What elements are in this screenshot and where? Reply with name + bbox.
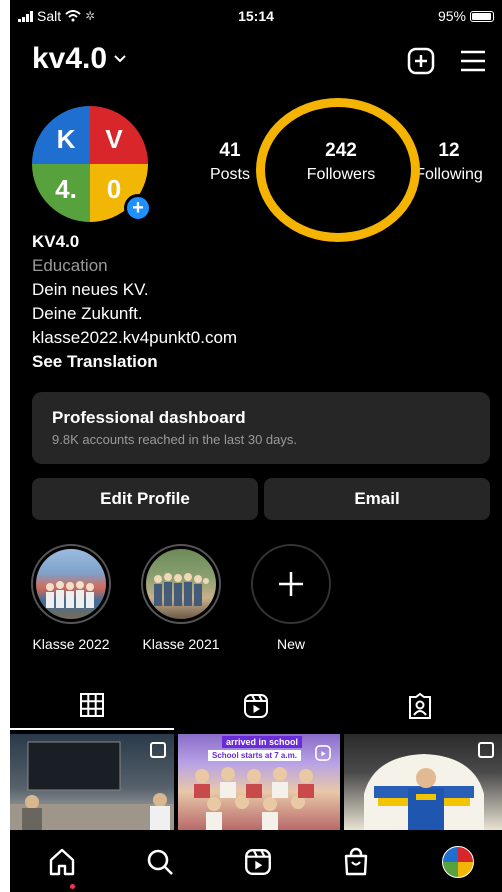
highlight-new[interactable]: New — [246, 544, 336, 652]
tab-reels[interactable] — [174, 682, 338, 730]
bio-line-1: Dein neues KV. — [32, 280, 149, 299]
chevron-down-icon — [114, 55, 126, 63]
stat-posts[interactable]: 41 Posts — [204, 140, 256, 184]
group-photo-thumbnail — [146, 549, 216, 619]
home-icon — [49, 848, 75, 876]
avatar-letter-4: 4. — [32, 164, 90, 222]
add-story-plus-icon[interactable]: + — [124, 194, 152, 222]
email-button[interactable]: Email — [264, 478, 490, 520]
post-thumbnail-classroom[interactable] — [10, 734, 174, 830]
account-switcher[interactable]: kv4.0 — [32, 42, 127, 76]
reel-post-icon — [315, 745, 331, 761]
display-name: KV4.0 — [32, 232, 80, 251]
shop-bag-icon — [344, 847, 368, 876]
highlight-label: Klasse 2021 — [142, 636, 220, 652]
highlight-ring — [141, 544, 221, 624]
nav-search[interactable] — [142, 844, 178, 880]
professional-dashboard[interactable]: Professional dashboard 9.8K accounts rea… — [32, 392, 490, 464]
see-translation-link[interactable]: See Translation — [32, 350, 237, 374]
group-people-icon — [46, 581, 94, 608]
profile-avatar-icon — [442, 846, 474, 878]
profile-header: kv4.0 — [32, 42, 488, 86]
multiple-photos-icon — [150, 742, 166, 758]
bio-line-2: Deine Zukunft. — [32, 304, 143, 323]
category-label: Education — [32, 256, 108, 275]
profile-avatar[interactable]: K V 4. 0 + — [32, 106, 152, 222]
bottom-navigation — [10, 830, 502, 892]
avatar-letter-v: V — [90, 106, 148, 164]
battery-group: 95% — [438, 8, 494, 24]
nav-shop[interactable] — [338, 844, 374, 880]
highlight-klasse-2022[interactable]: Klasse 2022 — [26, 544, 116, 652]
post-thumbnail-class-photo[interactable]: arrived in school School starts at 7 a.m… — [178, 734, 340, 830]
highlight-circle-annotation — [256, 98, 420, 242]
tab-tagged[interactable] — [338, 682, 502, 730]
highlight-label: New — [276, 636, 305, 652]
dashboard-title: Professional dashboard — [52, 408, 246, 427]
multiple-photos-icon — [478, 742, 494, 758]
tagged-icon — [409, 692, 431, 719]
username-label: kv4.0 — [32, 42, 108, 75]
battery-icon — [470, 10, 494, 22]
highlight-ring — [251, 544, 331, 624]
highlight-ring — [31, 544, 111, 624]
battery-percent: 95% — [437, 8, 466, 24]
avatar-letter-k: K — [32, 106, 90, 164]
status-time: 15:14 — [238, 8, 274, 24]
reels-icon — [245, 849, 271, 875]
profile-tabs — [10, 682, 502, 730]
grid-icon — [80, 693, 104, 717]
posts-label: Posts — [209, 166, 250, 183]
status-bar: Salt ✲ 15:14 95% — [10, 0, 502, 32]
nav-reels[interactable] — [240, 844, 276, 880]
website-link[interactable]: klasse2022.kv4punkt0.com — [32, 326, 237, 350]
post-thumbnail-car[interactable] — [344, 734, 502, 830]
nav-profile[interactable] — [440, 844, 476, 880]
posts-grid: arrived in school School starts at 7 a.m… — [10, 734, 502, 830]
search-icon — [147, 849, 173, 875]
group-photo-thumbnail — [36, 549, 106, 619]
highlight-klasse-2021[interactable]: Klasse 2021 — [136, 544, 226, 652]
instagram-profile-screen: Salt ✲ 15:14 95% kv4.0 K V 4. 0 + 41 Pos… — [10, 0, 502, 892]
new-post-icon[interactable] — [406, 46, 436, 76]
posts-count: 41 — [219, 140, 241, 161]
plus-icon — [279, 572, 303, 596]
profile-bio: KV4.0 Education Dein neues KV. Deine Zuk… — [32, 230, 237, 374]
highlight-label: Klasse 2022 — [32, 636, 110, 652]
group-people-icon — [154, 573, 209, 606]
dashboard-subtitle: 9.8K accounts reached in the last 30 day… — [52, 432, 297, 447]
menu-icon[interactable] — [458, 46, 488, 76]
edit-profile-button[interactable]: Edit Profile — [32, 478, 258, 520]
notification-dot — [70, 884, 75, 889]
tab-posts-grid[interactable] — [10, 682, 174, 730]
reels-icon — [244, 694, 268, 718]
nav-home[interactable] — [44, 844, 80, 880]
